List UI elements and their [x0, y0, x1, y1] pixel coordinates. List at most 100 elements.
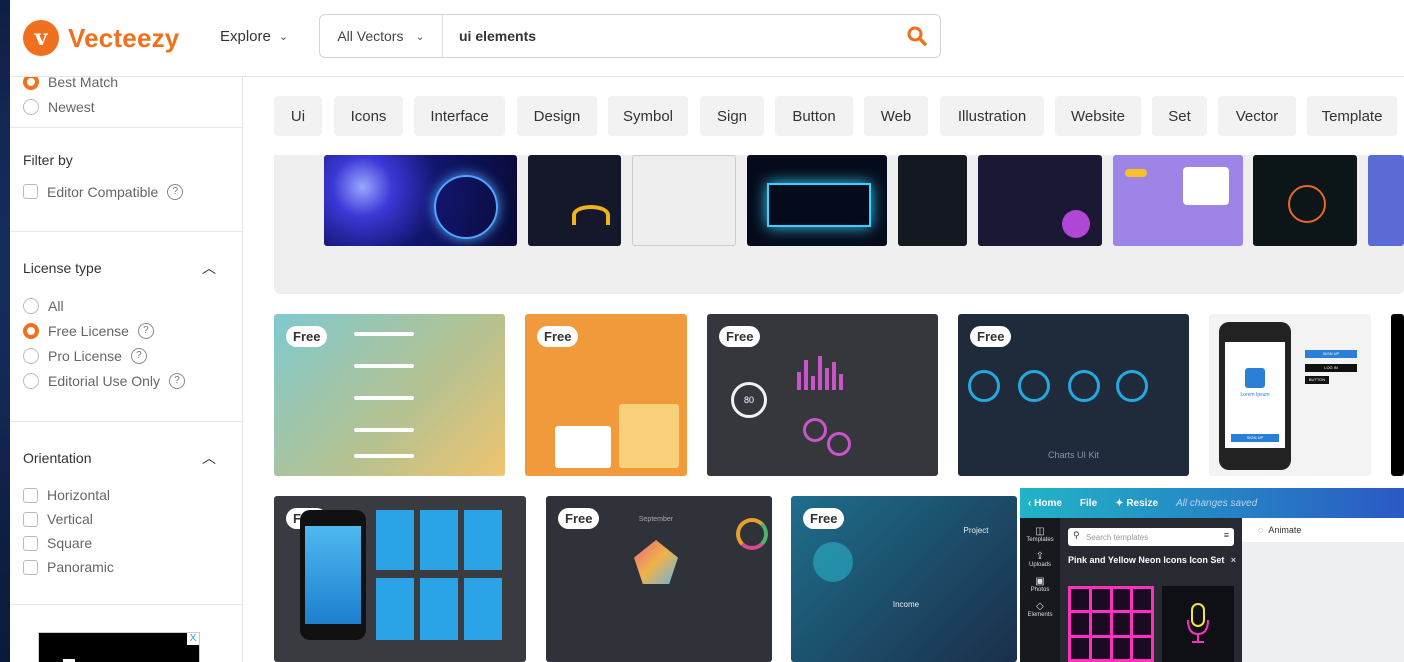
checkbox[interactable] [23, 559, 38, 575]
checkbox[interactable] [23, 487, 38, 503]
result-card[interactable]: Free Lorem Ipsum SIGN UP SIGN UP LOG IN … [1209, 314, 1371, 476]
tag-chip[interactable]: Template [1307, 96, 1397, 136]
license-editorial[interactable]: Editorial Use Only ? [10, 368, 242, 393]
featured-thumbnail[interactable] [1113, 155, 1243, 246]
orientation-label: Vertical [47, 511, 93, 527]
checkbox[interactable] [23, 511, 38, 527]
vecteezy-logo[interactable]: v Vecteezy [23, 20, 179, 56]
app-screen-graphic [420, 578, 458, 640]
explore-menu[interactable]: Explore ⌄ [220, 28, 288, 45]
tag-chip[interactable]: Button [775, 96, 853, 136]
sidebar-item-photos[interactable]: ▣ Photos [1020, 576, 1060, 593]
help-icon[interactable]: ? [169, 372, 186, 389]
help-icon[interactable]: ? [137, 322, 154, 339]
neon-icons-template[interactable] [1068, 586, 1154, 662]
chevron-up-icon[interactable]: ︿ [202, 258, 216, 278]
result-card[interactable] [1391, 314, 1404, 476]
license-label: Editorial Use Only [48, 372, 161, 389]
filter-editor-compatible[interactable]: Editor Compatible ? [10, 179, 242, 204]
form-field-graphic [555, 426, 611, 468]
featured-thumbnail[interactable] [324, 155, 517, 246]
radio-button[interactable] [23, 322, 39, 339]
tag-chip[interactable]: Icons [334, 96, 403, 136]
close-icon[interactable]: X [187, 633, 199, 645]
radio-button[interactable] [23, 297, 39, 314]
result-card[interactable]: Free [525, 314, 687, 476]
card-caption: Project [963, 526, 989, 535]
featured-thumbnail[interactable] [747, 155, 887, 246]
result-card[interactable]: Free September [546, 496, 772, 662]
orientation-label: Square [47, 535, 93, 551]
orientation-horizontal[interactable]: Horizontal [10, 483, 242, 507]
orientation-square[interactable]: Square [10, 531, 242, 555]
close-icon[interactable]: × [1231, 554, 1236, 566]
featured-thumbnail[interactable] [632, 155, 736, 246]
camera-icon [1245, 368, 1265, 388]
result-card[interactable]: Free 80 [707, 314, 938, 476]
tag-chip[interactable]: Design [517, 96, 597, 136]
license-all[interactable]: All [10, 293, 242, 318]
tag-chip[interactable]: Website [1055, 96, 1141, 136]
result-card[interactable]: Free Income Project [791, 496, 1017, 662]
tag-chip[interactable]: Interface [414, 96, 505, 136]
button-graphic: BUTTON [1305, 376, 1329, 384]
home-button[interactable]: ‹ Home [1028, 498, 1062, 509]
tag-chip[interactable]: Vector [1218, 96, 1296, 136]
featured-thumbnail[interactable] [528, 155, 621, 246]
search-input[interactable] [443, 27, 894, 45]
search-button[interactable] [894, 15, 940, 57]
tag-chip[interactable]: Illustration [940, 96, 1044, 136]
featured-thumbnail[interactable] [898, 155, 967, 246]
orientation-vertical[interactable]: Vertical [10, 507, 242, 531]
sidebar-label: Templates [1026, 537, 1054, 543]
sort-best-match[interactable]: Best Match [10, 77, 242, 94]
featured-thumbnail[interactable] [978, 155, 1102, 246]
license-title[interactable]: License type ︿ [10, 232, 242, 278]
sidebar-item-templates[interactable]: ◫ Templates [1020, 526, 1060, 543]
editor-preview-panel: ‹ Home File ✦ Resize All changes saved ◫… [1020, 488, 1404, 662]
file-menu[interactable]: File [1080, 498, 1097, 509]
result-card[interactable]: Free [274, 314, 505, 476]
result-card[interactable]: Free [274, 496, 526, 662]
tag-chip[interactable]: Web [864, 96, 928, 136]
radio-button[interactable] [23, 77, 39, 90]
license-free[interactable]: Free License ? [10, 318, 242, 343]
chevron-up-icon[interactable]: ︿ [202, 448, 216, 468]
filter-icon[interactable]: ≡ [1224, 530, 1229, 540]
tag-chip[interactable]: Set [1152, 96, 1207, 136]
orientation-panoramic[interactable]: Panoramic [10, 555, 242, 579]
animate-button[interactable]: ◌ Animate [1242, 518, 1404, 542]
license-pro[interactable]: Pro License ? [10, 343, 242, 368]
tag-chip[interactable]: Sign [700, 96, 764, 136]
radio-button[interactable] [23, 372, 39, 389]
help-icon[interactable]: ? [130, 347, 147, 364]
license-label: Pro License [48, 347, 122, 364]
ad-banner[interactable]: X [38, 632, 200, 662]
free-badge: Free [803, 508, 845, 529]
resize-button[interactable]: ✦ Resize [1115, 498, 1158, 509]
sidebar-item-elements[interactable]: ◇ Elements [1020, 601, 1060, 618]
checkbox[interactable] [23, 535, 38, 551]
tag-chip[interactable]: Ui [274, 96, 322, 136]
help-icon[interactable]: ? [167, 183, 184, 200]
search-type-select[interactable]: All Vectors ⌄ [320, 15, 443, 57]
tag-chip[interactable]: Symbol [608, 96, 688, 136]
checkbox[interactable] [23, 184, 38, 199]
donut-graphic [803, 418, 827, 442]
sidebar-item-uploads[interactable]: ⇪ Uploads [1020, 551, 1060, 568]
microphone-template[interactable] [1162, 586, 1234, 662]
result-card[interactable]: Free Charts UI Kit [958, 314, 1189, 476]
free-badge: Free [719, 326, 761, 347]
sort-newest[interactable]: Newest [10, 94, 242, 119]
featured-thumbnail[interactable] [1368, 155, 1404, 246]
radio-button[interactable] [23, 347, 39, 364]
signup-graphic: SIGN UP [1305, 350, 1357, 358]
featured-thumbnail[interactable] [1253, 155, 1357, 246]
app-screen-graphic [464, 578, 502, 640]
sparkle-icon: ✦ [1115, 497, 1124, 509]
home-label: Home [1034, 497, 1062, 509]
template-search-input[interactable]: ⚲ Search templates ≡ [1068, 528, 1234, 546]
radio-button[interactable] [23, 98, 39, 115]
section-title: License type [23, 260, 102, 276]
orientation-title[interactable]: Orientation ︿ [10, 422, 242, 468]
